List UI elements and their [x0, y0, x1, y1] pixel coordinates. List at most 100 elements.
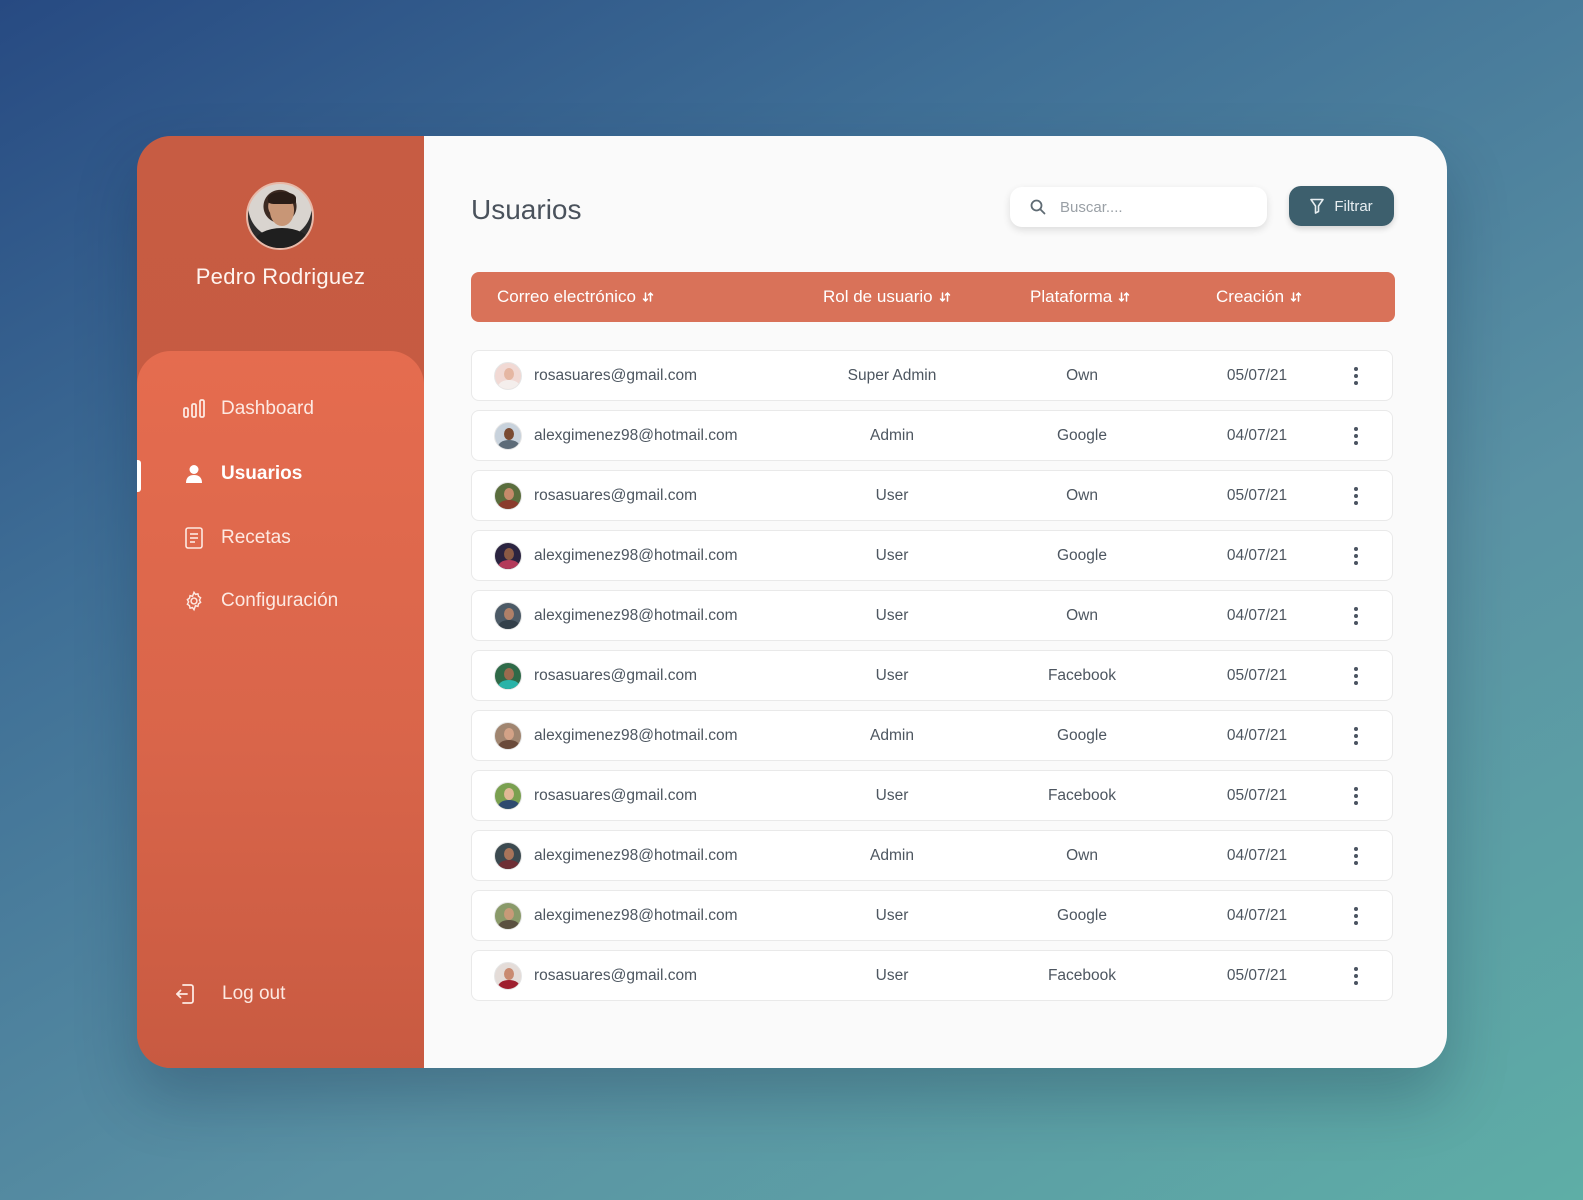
- table-row[interactable]: alexgimenez98@hotmail.com Admin Google 0…: [471, 410, 1393, 461]
- email-text: rosasuares@gmail.com: [534, 366, 698, 384]
- date-cell: 05/07/21: [1226, 966, 1288, 984]
- table-row[interactable]: alexgimenez98@hotmail.com User Own 04/07…: [471, 590, 1393, 641]
- role-cell: User: [875, 666, 909, 684]
- platform-cell: Facebook: [1047, 666, 1117, 684]
- user-avatar: [494, 841, 522, 870]
- filter-label: Filtrar: [1334, 197, 1373, 215]
- table-row[interactable]: alexgimenez98@hotmail.com Admin Google 0…: [471, 710, 1393, 761]
- user-avatar: [494, 961, 522, 990]
- user-avatar: [494, 901, 522, 930]
- search-box[interactable]: [1010, 187, 1267, 227]
- table-row[interactable]: alexgimenez98@hotmail.com User Google 04…: [471, 890, 1393, 941]
- profile-avatar[interactable]: [246, 182, 314, 250]
- sidebar-item-usuarios[interactable]: Usuarios: [183, 459, 302, 489]
- more-options-icon[interactable]: [1344, 411, 1368, 460]
- date-cell: 05/07/21: [1226, 666, 1288, 684]
- email-cell: alexgimenez98@hotmail.com: [494, 591, 738, 640]
- sidebar-item-recetas[interactable]: Recetas: [183, 523, 291, 553]
- logout-button[interactable]: Log out: [174, 979, 285, 1009]
- role-cell: User: [875, 546, 909, 564]
- email-text: rosasuares@gmail.com: [534, 786, 698, 804]
- date-cell: 05/07/21: [1226, 786, 1288, 804]
- profile-name: Pedro Rodriguez: [195, 264, 366, 289]
- more-options-icon[interactable]: [1344, 891, 1368, 940]
- column-header-label: Plataforma: [1030, 287, 1113, 306]
- page-title: Usuarios: [471, 194, 582, 225]
- platform-cell: Own: [1066, 366, 1098, 384]
- platform-cell: Own: [1066, 486, 1098, 504]
- role-cell: Admin: [870, 426, 914, 444]
- email-text: rosasuares@gmail.com: [534, 966, 698, 984]
- filter-button[interactable]: Filtrar: [1289, 186, 1394, 226]
- table-row[interactable]: rosasuares@gmail.com Super Admin Own 05/…: [471, 350, 1393, 401]
- sidebar-item-label: Dashboard: [221, 398, 314, 419]
- more-options-icon[interactable]: [1344, 471, 1368, 520]
- user-avatar: [494, 661, 522, 690]
- column-header-role[interactable]: Rol de usuario: [823, 287, 951, 307]
- table-row[interactable]: alexgimenez98@hotmail.com Admin Own 04/0…: [471, 830, 1393, 881]
- user-avatar: [494, 721, 522, 750]
- email-cell: rosasuares@gmail.com: [494, 651, 697, 700]
- avatar-shirt: [254, 228, 310, 248]
- platform-cell: Google: [1057, 546, 1107, 564]
- more-options-icon[interactable]: [1344, 591, 1368, 640]
- date-cell: 04/07/21: [1226, 606, 1288, 624]
- platform-cell: Facebook: [1047, 786, 1117, 804]
- app-window: Pedro Rodriguez Dashboard Usuarios Recet…: [137, 136, 1447, 1068]
- email-text: alexgimenez98@hotmail.com: [534, 726, 738, 744]
- user-icon: [183, 463, 205, 485]
- platform-cell: Google: [1057, 726, 1107, 744]
- role-cell: User: [875, 966, 909, 984]
- column-header-label: Creación: [1216, 287, 1285, 306]
- table-row[interactable]: rosasuares@gmail.com User Facebook 05/07…: [471, 770, 1393, 821]
- column-header-created[interactable]: Creación: [1216, 287, 1302, 307]
- sidebar-item-label: Configuración: [221, 590, 339, 611]
- more-options-icon[interactable]: [1344, 651, 1368, 700]
- table-header: Correo electrónico Rol de usuario Plataf…: [471, 272, 1395, 322]
- sort-icon: [1290, 291, 1302, 303]
- email-cell: alexgimenez98@hotmail.com: [494, 711, 738, 760]
- more-options-icon[interactable]: [1344, 951, 1368, 1000]
- table-row[interactable]: rosasuares@gmail.com User Facebook 05/07…: [471, 650, 1393, 701]
- search-icon: [1030, 199, 1046, 215]
- table-row[interactable]: rosasuares@gmail.com User Facebook 05/07…: [471, 950, 1393, 1001]
- email-text: alexgimenez98@hotmail.com: [534, 546, 738, 564]
- email-cell: alexgimenez98@hotmail.com: [494, 891, 738, 940]
- date-cell: 04/07/21: [1226, 906, 1288, 924]
- profile: Pedro Rodriguez: [137, 136, 424, 351]
- sidebar-item-configuracion[interactable]: Configuración: [183, 586, 338, 616]
- platform-cell: Google: [1057, 906, 1107, 924]
- bar-chart-icon: [183, 398, 205, 420]
- filter-icon: [1310, 198, 1325, 214]
- user-avatar: [494, 601, 522, 630]
- platform-cell: Facebook: [1047, 966, 1117, 984]
- more-options-icon[interactable]: [1344, 351, 1368, 400]
- table-row[interactable]: rosasuares@gmail.com User Own 05/07/21: [471, 470, 1393, 521]
- email-cell: alexgimenez98@hotmail.com: [494, 411, 738, 460]
- more-options-icon[interactable]: [1344, 831, 1368, 880]
- email-cell: alexgimenez98@hotmail.com: [494, 831, 738, 880]
- sidebar-item-dashboard[interactable]: Dashboard: [183, 394, 314, 424]
- column-header-platform[interactable]: Plataforma: [1030, 287, 1130, 307]
- more-options-icon[interactable]: [1344, 711, 1368, 760]
- email-cell: rosasuares@gmail.com: [494, 771, 697, 820]
- email-cell: rosasuares@gmail.com: [494, 471, 697, 520]
- main-content: Usuarios Filtrar Correo electrónico: [424, 136, 1447, 1068]
- date-cell: 04/07/21: [1226, 546, 1288, 564]
- user-avatar: [494, 481, 522, 510]
- user-avatar: [494, 541, 522, 570]
- gear-icon: [183, 590, 205, 612]
- table-row[interactable]: alexgimenez98@hotmail.com User Google 04…: [471, 530, 1393, 581]
- column-header-label: Rol de usuario: [823, 287, 933, 306]
- more-options-icon[interactable]: [1344, 771, 1368, 820]
- email-text: rosasuares@gmail.com: [534, 486, 698, 504]
- role-cell: Admin: [870, 726, 914, 744]
- sidebar-item-label: Usuarios: [221, 463, 303, 484]
- email-cell: rosasuares@gmail.com: [494, 951, 697, 1000]
- more-options-icon[interactable]: [1344, 531, 1368, 580]
- email-text: alexgimenez98@hotmail.com: [534, 426, 738, 444]
- logout-icon: [174, 983, 196, 1005]
- sort-icon: [939, 291, 951, 303]
- search-input[interactable]: [1060, 198, 1240, 216]
- column-header-email[interactable]: Correo electrónico: [497, 287, 654, 307]
